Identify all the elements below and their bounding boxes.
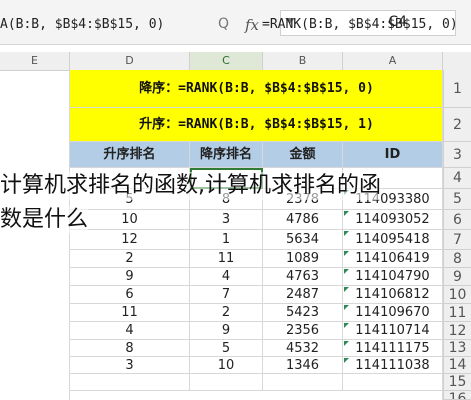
row-header-3[interactable]: 3 <box>443 142 471 168</box>
overlay-caption-line1: 计算机求排名的函数,计算机求排名的函 <box>0 172 381 200</box>
table-cell-desc[interactable]: 5 <box>190 340 263 357</box>
formula-bar: A(B:B, $B$4:$B$15, 0) Q fx C4 =RANK(B:B,… <box>0 0 471 45</box>
table-cell-desc[interactable]: 11 <box>190 250 263 268</box>
column-header-b[interactable]: B <box>263 52 343 70</box>
row-header-1[interactable]: 1 <box>443 70 471 108</box>
spreadsheet-window: A(B:B, $B$4:$B$15, 0) Q fx C 4 =RANK(B:B,… <box>0 0 471 400</box>
table-cell-amount[interactable]: 1346 <box>263 357 343 374</box>
overlay-caption-line2: 数是什么 <box>0 206 89 234</box>
table-cell-desc[interactable]: 4 <box>190 268 263 286</box>
row-header-15[interactable]: 15 <box>443 374 471 391</box>
row-header-9[interactable]: 9 <box>443 268 471 286</box>
table-cell-amount[interactable]: 1089 <box>263 250 343 268</box>
table-cell-desc[interactable]: 2 <box>190 304 263 322</box>
error-indicator-icon <box>344 251 349 256</box>
row-header-2[interactable]: 2 <box>443 108 471 142</box>
header-desc-rank[interactable]: 降序排名 <box>190 142 263 168</box>
error-indicator-icon <box>344 305 349 310</box>
error-indicator-icon <box>344 287 349 292</box>
table-cell-desc[interactable]: 9 <box>190 322 263 340</box>
table-cell-asc[interactable]: 2 <box>70 250 190 268</box>
table-cell-asc[interactable]: 4 <box>70 322 190 340</box>
table-cell-id[interactable]: 114104790 <box>343 268 443 286</box>
banner-desc-formula: 降序：=RANK(B:B, $B$4:$B$15, 0) <box>139 81 374 96</box>
header-amount[interactable]: 金额 <box>263 142 343 168</box>
table-cell-asc[interactable]: 9 <box>70 268 190 286</box>
column-header-a[interactable]: A <box>343 52 443 70</box>
fx-icon[interactable]: fx <box>245 14 259 36</box>
table-cell-id[interactable]: 114110714 <box>343 322 443 340</box>
column-header-e[interactable]: E <box>0 52 70 70</box>
table-cell-asc[interactable]: 3 <box>70 357 190 374</box>
table-cell-id[interactable]: 114111038 <box>343 357 443 374</box>
formula-fragment: A(B:B, $B$4:$B$15, 0) <box>0 17 165 32</box>
table-cell-id[interactable]: 114109670 <box>343 304 443 322</box>
table-cell-desc[interactable]: 10 <box>190 357 263 374</box>
error-indicator-icon <box>344 341 349 346</box>
header-id[interactable]: ID <box>343 142 443 168</box>
column-header-row: E D C B A <box>0 52 471 71</box>
row-header-8[interactable]: 8 <box>443 250 471 268</box>
error-indicator-icon <box>344 269 349 274</box>
table-cell-amount[interactable]: 2487 <box>263 286 343 304</box>
header-asc-rank[interactable]: 升序排名 <box>70 142 190 168</box>
table-cell-asc[interactable]: 8 <box>70 340 190 357</box>
table-cell-amount[interactable]: 5423 <box>263 304 343 322</box>
table-row-empty[interactable] <box>70 391 443 400</box>
row-header-11[interactable]: 11 <box>443 304 471 322</box>
error-indicator-icon <box>344 358 349 363</box>
banner-asc-formula: 升序：=RANK(B:B, $B$4:$B$15, 1) <box>139 117 374 132</box>
table-cell-amount[interactable]: 4763 <box>263 268 343 286</box>
table-cell-asc[interactable] <box>70 374 190 391</box>
row-header-14[interactable]: 14 <box>443 357 471 374</box>
table-cell-amount[interactable]: 4532 <box>263 340 343 357</box>
overlay-caption: 计算机求排名的函数,计算机求排名的函 数是什么 <box>0 168 471 242</box>
error-indicator-icon <box>344 323 349 328</box>
row-header-13[interactable]: 13 <box>443 340 471 357</box>
table-cell-id[interactable] <box>343 374 443 391</box>
table-cell-amount[interactable]: 2356 <box>263 322 343 340</box>
table-cell-amount[interactable] <box>263 374 343 391</box>
row-header-12[interactable]: 12 <box>443 322 471 340</box>
table-cell-desc[interactable]: 7 <box>190 286 263 304</box>
table-cell-asc[interactable]: 11 <box>70 304 190 322</box>
zoom-icon[interactable]: Q <box>218 17 232 31</box>
table-cell-id[interactable]: 114106419 <box>343 250 443 268</box>
column-header-c[interactable]: C <box>190 52 263 70</box>
table-cell-id[interactable]: 114106812 <box>343 286 443 304</box>
row-header-16[interactable]: 16 <box>443 391 471 400</box>
table-cell-asc[interactable]: 6 <box>70 286 190 304</box>
table-cell-desc[interactable] <box>190 374 263 391</box>
formula-input[interactable]: =RANK(B:B, $B$4:$B$15, 0) <box>262 14 458 36</box>
row-header-10[interactable]: 10 <box>443 286 471 304</box>
table-cell-id[interactable]: 114111175 <box>343 340 443 357</box>
column-header-d[interactable]: D <box>70 52 190 70</box>
